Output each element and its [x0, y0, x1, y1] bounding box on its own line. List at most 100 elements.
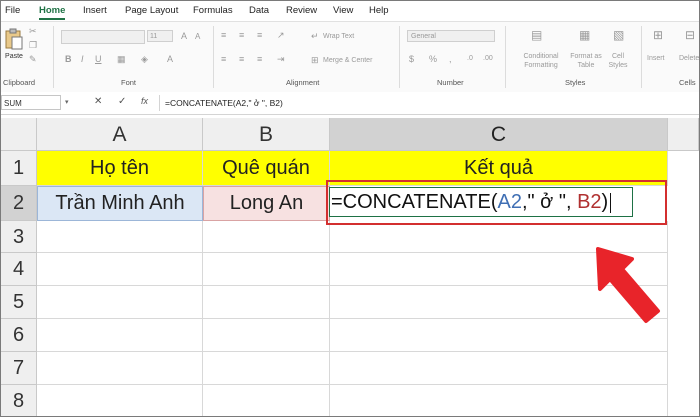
- clipboard-group-label: Clipboard: [3, 78, 36, 87]
- tab-data[interactable]: Data: [249, 4, 269, 18]
- cell-a2[interactable]: Trần Minh Anh: [37, 186, 203, 221]
- decrease-decimal-icon[interactable]: .00: [483, 54, 493, 64]
- ribbon-separator: [505, 26, 506, 88]
- font-color-icon[interactable]: A: [167, 54, 173, 64]
- decrease-font-icon[interactable]: A: [195, 32, 200, 42]
- insert-cells-icon[interactable]: ⊞: [653, 29, 663, 41]
- cell-a6[interactable]: [37, 319, 203, 352]
- row-header-5[interactable]: 5: [1, 286, 37, 319]
- merge-center-icon[interactable]: ⊞: [311, 55, 319, 65]
- cell-b5[interactable]: [203, 286, 330, 319]
- cell-b3[interactable]: [203, 221, 330, 253]
- align-middle-icon[interactable]: ≡: [239, 30, 244, 40]
- align-right-icon[interactable]: ≡: [257, 54, 262, 64]
- name-box[interactable]: SUM: [1, 95, 61, 110]
- align-center-icon[interactable]: ≡: [239, 54, 244, 64]
- tab-file[interactable]: File: [5, 4, 20, 18]
- ribbon-separator: [213, 26, 214, 88]
- ribbon-tabs: File Home Insert Page Layout Formulas Da…: [1, 1, 699, 21]
- delete-cells-icon[interactable]: ⊟: [685, 29, 695, 41]
- column-header-b[interactable]: B: [203, 118, 330, 151]
- italic-icon[interactable]: I: [81, 54, 84, 64]
- cut-icon[interactable]: ✂: [29, 26, 37, 36]
- align-left-icon[interactable]: ≡: [221, 54, 226, 64]
- row-header-4[interactable]: 4: [1, 253, 37, 286]
- format-painter-icon[interactable]: ✎: [29, 54, 37, 64]
- cell-a8[interactable]: [37, 385, 203, 416]
- tab-help[interactable]: Help: [369, 4, 389, 18]
- comma-icon[interactable]: ,: [449, 54, 452, 64]
- delete-cells-label[interactable]: Delete: [679, 54, 699, 63]
- formula-bar: SUM ▾ ✕ ✓ fx =CONCATENATE(A2," ở ", B2): [1, 92, 699, 115]
- formula-input[interactable]: =CONCATENATE(A2," ở ", B2): [165, 96, 283, 110]
- enter-icon[interactable]: ✓: [118, 96, 126, 107]
- number-format-select[interactable]: General: [407, 30, 495, 42]
- fill-color-icon[interactable]: ◈: [141, 54, 148, 64]
- paste-icon[interactable]: [4, 28, 24, 50]
- copy-icon[interactable]: ❐: [29, 40, 37, 50]
- row-header-8[interactable]: 8: [1, 385, 37, 416]
- row-header-1[interactable]: 1: [1, 151, 37, 186]
- tab-page-layout[interactable]: Page Layout: [125, 4, 178, 18]
- name-box-dropdown-icon[interactable]: ▾: [65, 98, 69, 106]
- cell-b7[interactable]: [203, 352, 330, 385]
- cell-b8[interactable]: [203, 385, 330, 416]
- merge-center-label[interactable]: Merge & Center: [323, 56, 372, 65]
- column-header-c[interactable]: C: [330, 118, 668, 151]
- paste-label[interactable]: Paste: [3, 52, 25, 61]
- conditional-formatting-icon[interactable]: ▤: [531, 29, 542, 41]
- tab-insert[interactable]: Insert: [83, 4, 107, 18]
- cell-b6[interactable]: [203, 319, 330, 352]
- increase-font-icon[interactable]: A: [181, 31, 187, 41]
- indent-icon[interactable]: ⇥: [277, 54, 285, 64]
- tab-formulas[interactable]: Formulas: [193, 4, 233, 18]
- cell-a4[interactable]: [37, 253, 203, 286]
- row-header-7[interactable]: 7: [1, 352, 37, 385]
- cell-c7[interactable]: [330, 352, 668, 385]
- font-name-box[interactable]: [61, 30, 145, 44]
- styles-group-label: Styles: [565, 78, 586, 87]
- insert-cells-label[interactable]: Insert: [647, 54, 665, 63]
- conditional-formatting-label[interactable]: Conditional Formatting: [511, 52, 571, 70]
- cells-group-label: Cells: [679, 78, 696, 87]
- percent-icon[interactable]: %: [429, 54, 437, 64]
- cell-b2[interactable]: Long An: [203, 186, 330, 221]
- cell-styles-icon[interactable]: ▧: [613, 29, 624, 41]
- font-size-box[interactable]: 11: [147, 30, 173, 42]
- tab-home[interactable]: Home: [39, 4, 65, 18]
- cell-styles-label[interactable]: Cell Styles: [603, 52, 633, 70]
- row-header-6[interactable]: 6: [1, 319, 37, 352]
- row-header-3[interactable]: 3: [1, 221, 37, 253]
- cell-c8[interactable]: [330, 385, 668, 416]
- wrap-text-label[interactable]: Wrap Text: [323, 32, 354, 41]
- ribbon: Paste ✂ ❐ ✎ Clipboard 11 A A B I U ▦ ◈ A…: [1, 21, 699, 93]
- align-top-icon[interactable]: ≡: [221, 30, 226, 40]
- currency-icon[interactable]: $: [409, 54, 414, 64]
- column-header-d[interactable]: [668, 118, 699, 151]
- tab-review[interactable]: Review: [286, 4, 317, 18]
- wrap-text-icon[interactable]: ↵: [311, 31, 319, 41]
- cell-a7[interactable]: [37, 352, 203, 385]
- ribbon-separator: [399, 26, 400, 88]
- format-as-table-label[interactable]: Format as Table: [566, 52, 606, 70]
- cell-b4[interactable]: [203, 253, 330, 286]
- increase-decimal-icon[interactable]: .0: [467, 54, 473, 64]
- select-all-corner[interactable]: [1, 118, 37, 151]
- tab-view[interactable]: View: [333, 4, 353, 18]
- cell-b1[interactable]: Quê quán: [203, 151, 330, 186]
- align-bottom-icon[interactable]: ≡: [257, 30, 262, 40]
- borders-icon[interactable]: ▦: [117, 54, 126, 64]
- insert-function-icon[interactable]: fx: [141, 96, 148, 106]
- ribbon-separator: [641, 26, 642, 88]
- bold-icon[interactable]: B: [65, 54, 72, 64]
- underline-icon[interactable]: U: [95, 54, 102, 64]
- column-header-a[interactable]: A: [37, 118, 203, 151]
- cancel-icon[interactable]: ✕: [94, 96, 102, 107]
- cell-a1[interactable]: Họ tên: [37, 151, 203, 186]
- row-header-2[interactable]: 2: [1, 186, 37, 221]
- cell-a5[interactable]: [37, 286, 203, 319]
- alignment-group-label: Alignment: [286, 78, 320, 87]
- format-as-table-icon[interactable]: ▦: [579, 29, 590, 41]
- cell-a3[interactable]: [37, 221, 203, 253]
- orientation-icon[interactable]: ↗: [277, 30, 285, 40]
